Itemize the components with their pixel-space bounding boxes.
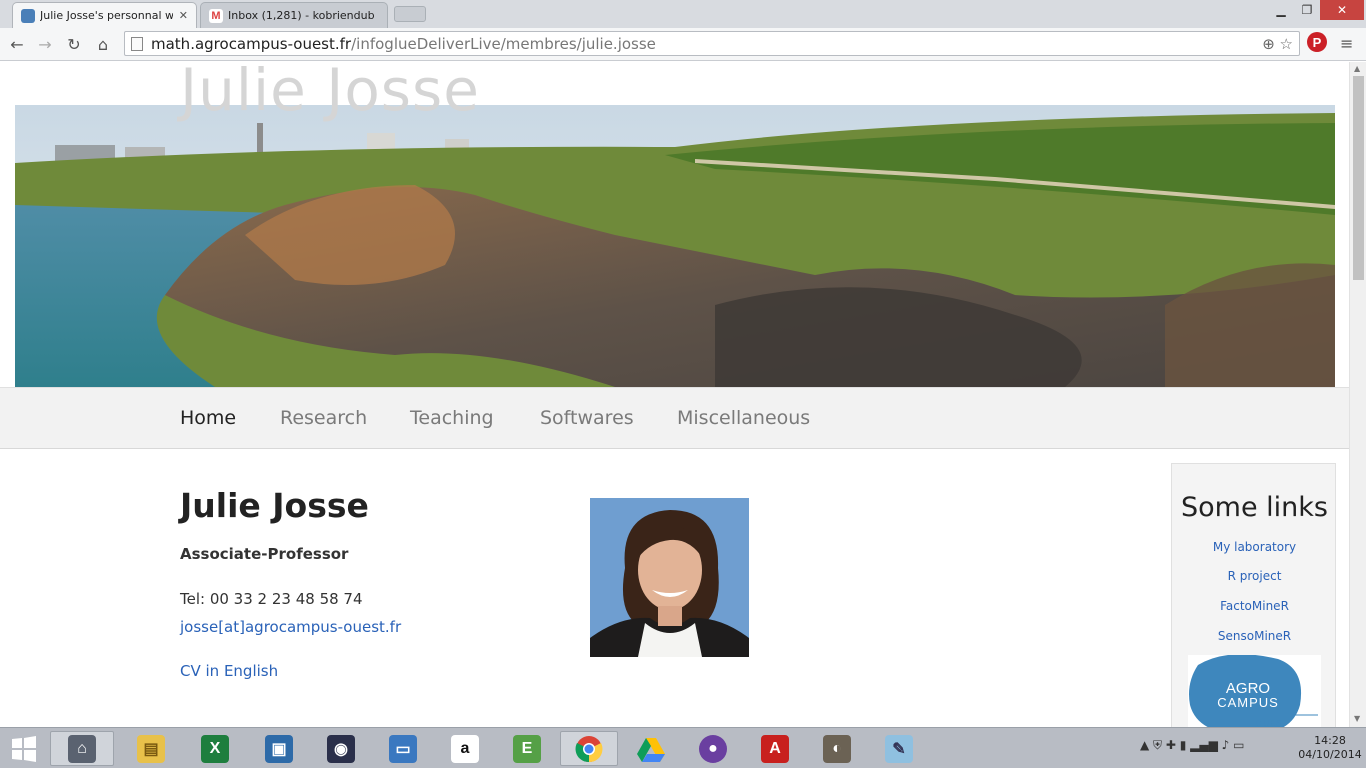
- restore-icon[interactable]: ❐: [1294, 0, 1320, 20]
- links-sidebar: Some links My laboratory R project Facto…: [1171, 463, 1336, 727]
- nav-home[interactable]: Home: [180, 407, 236, 429]
- link-sensominer[interactable]: SensoMineR: [1172, 629, 1337, 643]
- web-page: Julie Josse Home Research Teaching Softw…: [0, 62, 1349, 727]
- taskbar-home-icon[interactable]: ⌂: [50, 731, 114, 766]
- windows-start-icon[interactable]: [6, 734, 42, 764]
- taskbar-excel-icon[interactable]: X: [186, 731, 244, 766]
- site-title: Julie Josse: [180, 62, 480, 124]
- taskbar-app-grid-icon[interactable]: ◉: [312, 731, 370, 766]
- sidebar-title: Some links: [1181, 492, 1328, 523]
- zoom-star-icons[interactable]: ⊕ ☆: [1262, 35, 1293, 53]
- nav-research[interactable]: Research: [280, 407, 367, 429]
- taskbar-google-drive-icon[interactable]: [622, 731, 680, 766]
- taskbar-file-explorer-icon[interactable]: ▤: [122, 731, 180, 766]
- windows-taskbar: ⌂ ▤ X ▣ ◉ ▭ a E ● A ◐ ✎ ▲ ⛨ ✚ ▮ ▂▄▆ ♪ ▭ …: [0, 727, 1366, 768]
- tab-title: Julie Josse's personnal wel: [40, 9, 173, 22]
- link-my-laboratory[interactable]: My laboratory: [1172, 540, 1337, 554]
- tab-close-icon[interactable]: ✕: [179, 9, 188, 22]
- clock-date: 04/10/2014: [1298, 748, 1362, 761]
- tab-title: Inbox (1,281) - kobriendub: [228, 9, 375, 22]
- taskbar-acrobat-icon[interactable]: A: [746, 731, 804, 766]
- scroll-up-icon[interactable]: ▲: [1354, 64, 1360, 73]
- link-factominer[interactable]: FactoMineR: [1172, 599, 1337, 613]
- tab-julie-josse[interactable]: Julie Josse's personnal wel ✕: [12, 2, 197, 28]
- nav-teaching[interactable]: Teaching: [410, 407, 494, 429]
- agrocampus-logo[interactable]: AGRO CAMPUS OUEST: [1188, 655, 1321, 727]
- taskbar-notepad-icon[interactable]: ✎: [870, 731, 928, 766]
- browser-titlebar: Julie Josse's personnal wel ✕ M Inbox (1…: [0, 0, 1366, 28]
- profile-photo: [590, 498, 749, 657]
- minimize-icon[interactable]: ▁: [1268, 0, 1294, 20]
- browser-toolbar: ← → ↻ ⌂ math.agrocampus-ouest.fr/infoglu…: [0, 28, 1366, 61]
- back-arrow-icon[interactable]: ←: [6, 33, 28, 55]
- page-icon: [131, 36, 143, 51]
- taskbar-clock[interactable]: 14:28 04/10/2014: [1298, 734, 1362, 762]
- menu-icon[interactable]: ≡: [1340, 34, 1356, 53]
- address-bar[interactable]: math.agrocampus-ouest.fr/infoglueDeliver…: [124, 31, 1300, 56]
- cv-link[interactable]: CV in English: [180, 662, 278, 680]
- window-close-icon[interactable]: ✕: [1320, 0, 1364, 20]
- logo-text-ouest: OUEST: [1256, 719, 1289, 727]
- header-banner-image: [15, 105, 1335, 387]
- new-tab-button[interactable]: [394, 6, 426, 22]
- home-icon[interactable]: ⌂: [92, 33, 114, 55]
- taskbar-amazon-icon[interactable]: a: [436, 731, 494, 766]
- gmail-favicon-icon: M: [209, 8, 223, 23]
- reload-icon[interactable]: ↻: [63, 33, 85, 55]
- clock-time: 14:28: [1314, 734, 1346, 747]
- taskbar-chat-icon[interactable]: ▭: [374, 731, 432, 766]
- taskbar-remote-desktop-icon[interactable]: ▣: [250, 731, 308, 766]
- main-nav: Home Research Teaching Softwares Miscell…: [0, 387, 1349, 449]
- forward-arrow-icon[interactable]: →: [34, 33, 56, 55]
- scroll-down-icon[interactable]: ▼: [1354, 714, 1360, 723]
- taskbar-chrome-icon[interactable]: [560, 731, 618, 766]
- profile-phone: Tel: 00 33 2 23 48 58 74: [180, 590, 363, 608]
- taskbar-evernote-icon[interactable]: E: [498, 731, 556, 766]
- taskbar-purple-app-icon[interactable]: ●: [684, 731, 742, 766]
- url-path: /infoglueDeliverLive/membres/julie.josse: [351, 34, 656, 53]
- scrollbar-thumb[interactable]: [1353, 76, 1364, 280]
- tab-gmail-inbox[interactable]: M Inbox (1,281) - kobriendub: [200, 2, 388, 28]
- system-tray-icons[interactable]: ▲ ⛨ ✚ ▮ ▂▄▆ ♪ ▭: [1140, 738, 1244, 753]
- profile-role: Associate-Professor: [180, 545, 349, 563]
- logo-text-campus: CAMPUS: [1217, 695, 1279, 710]
- page-scrollbar[interactable]: ▲ ▼: [1349, 62, 1366, 727]
- url-host: math.agrocampus-ouest.fr: [151, 34, 352, 53]
- profile-name: Julie Josse: [180, 486, 369, 525]
- pinterest-icon[interactable]: P: [1307, 32, 1327, 52]
- link-r-project[interactable]: R project: [1172, 569, 1337, 583]
- taskbar-gimp-icon[interactable]: ◐: [808, 731, 866, 766]
- profile-email-link[interactable]: josse[at]agrocampus-ouest.fr: [180, 618, 401, 636]
- nav-softwares[interactable]: Softwares: [540, 407, 634, 429]
- site-favicon-icon: [21, 8, 35, 23]
- nav-miscellaneous[interactable]: Miscellaneous: [677, 407, 810, 429]
